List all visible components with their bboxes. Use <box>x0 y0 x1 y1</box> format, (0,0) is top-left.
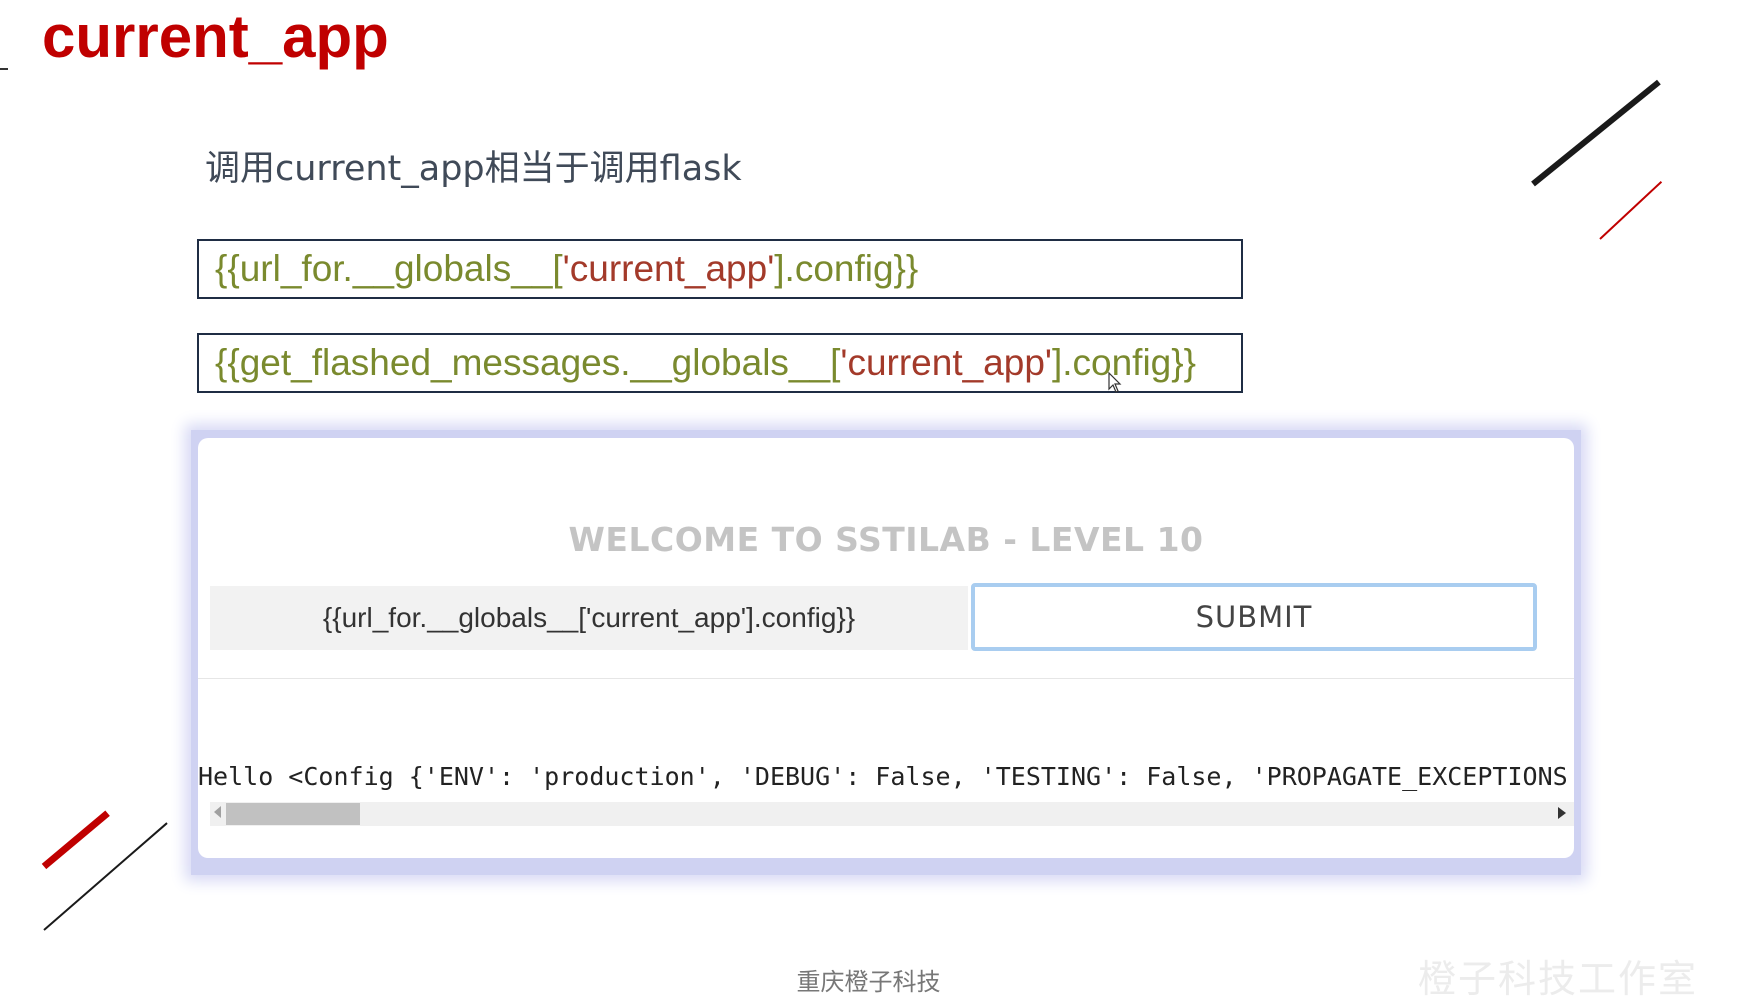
decorative-line-red <box>1599 180 1663 240</box>
code-prefix: {{get_flashed_messages.__globals__[ <box>215 342 841 383</box>
watermark-text: 橙子科技工作室 <box>1418 957 1699 1001</box>
cursor-arrow-icon <box>1108 372 1122 393</box>
decorative-line-black <box>1531 79 1661 187</box>
slide-title: current_app <box>42 3 389 70</box>
submit-button[interactable]: SUBMIT <box>971 583 1537 651</box>
code-box-url-for: {{url_for.__globals__['current_app'].con… <box>197 239 1243 299</box>
scrollbar-thumb[interactable] <box>226 803 360 825</box>
code-suffix: ].config}} <box>1051 342 1196 383</box>
code-prefix: {{url_for.__globals__[ <box>215 248 563 289</box>
divider <box>198 678 1574 679</box>
title-tick-decoration <box>0 68 8 70</box>
render-output: Hello <Config {'ENV': 'production', 'DEB… <box>198 762 1568 791</box>
code-string: 'current_app' <box>562 248 775 289</box>
code-box-get-flashed-messages: {{get_flashed_messages.__globals__['curr… <box>197 333 1243 393</box>
horizontal-scrollbar[interactable] <box>210 802 1574 826</box>
decorative-line-red <box>41 810 110 870</box>
scroll-right-arrow-icon[interactable] <box>1558 807 1566 819</box>
code-suffix: ].config}} <box>774 248 919 289</box>
slide-subtitle: 调用current_app相当于调用flask <box>205 149 742 189</box>
code-string: 'current_app' <box>840 342 1052 383</box>
welcome-heading: WELCOME TO SSTILAB - LEVEL 10 <box>568 520 1204 559</box>
template-input[interactable] <box>210 586 968 650</box>
decorative-line-black <box>43 822 168 931</box>
sstilab-app-panel: WELCOME TO SSTILAB - LEVEL 10 SUBMIT Hel… <box>198 438 1574 858</box>
scroll-left-arrow-icon[interactable] <box>214 806 221 818</box>
